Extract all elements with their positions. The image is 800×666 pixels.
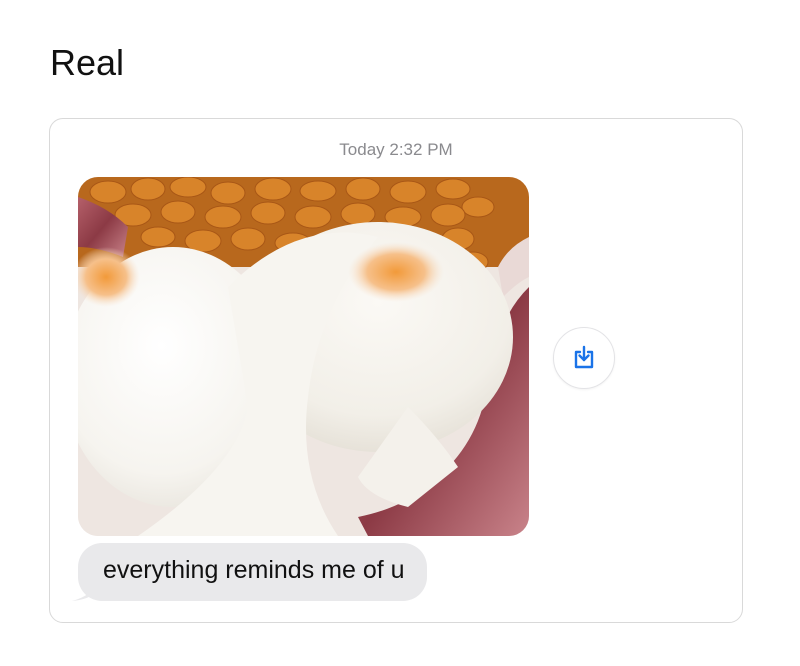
- message-photo[interactable]: [78, 177, 529, 536]
- download-tray-icon: [574, 345, 594, 369]
- page: Real Today 2:32 PM everything reminds me…: [0, 0, 800, 666]
- save-photo-button[interactable]: [553, 327, 615, 389]
- message-bubble-row: everything reminds me of u: [72, 543, 427, 601]
- message-timestamp: Today 2:32 PM: [339, 140, 453, 159]
- received-message-bubble[interactable]: everything reminds me of u: [78, 543, 427, 601]
- message-thread-card: Today 2:32 PM everything reminds me of u: [49, 118, 743, 623]
- food-photo-illustration: [78, 177, 529, 536]
- post-title: Real: [50, 42, 125, 83]
